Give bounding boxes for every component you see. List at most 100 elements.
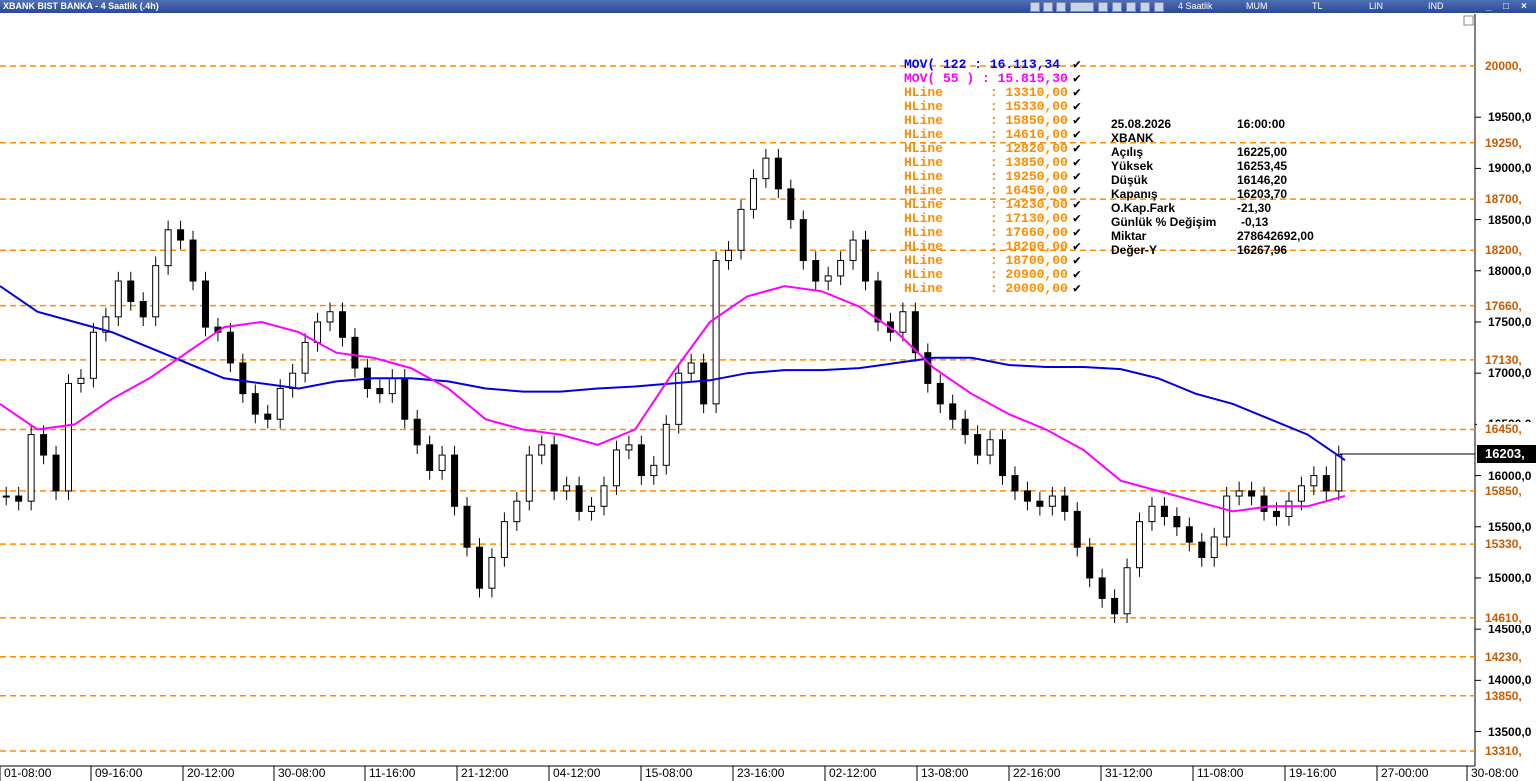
candle xyxy=(388,369,396,403)
check-icon[interactable]: ✔ xyxy=(1073,184,1081,198)
toolbar-icon-6[interactable] xyxy=(1112,2,1122,12)
legend-hline[interactable]: HLine : 20900,00 xyxy=(904,268,1068,282)
y-tick-label: 19000,0 xyxy=(1488,161,1532,176)
candle xyxy=(1160,497,1168,526)
toolbar-ind[interactable]: IND xyxy=(1428,1,1444,11)
x-tick-label: 11-16:00 xyxy=(369,766,416,780)
minimize-button[interactable]: _ xyxy=(1486,1,1492,12)
candle xyxy=(749,169,757,219)
info-value: 16146,20 xyxy=(1237,173,1288,187)
info-label: Açılış xyxy=(1111,145,1144,159)
maximize-button[interactable]: □ xyxy=(1503,1,1509,12)
candle xyxy=(1285,491,1293,526)
check-icon[interactable]: ✔ xyxy=(1073,212,1081,226)
y-tick-label: 16000,0 xyxy=(1488,468,1532,483)
candle xyxy=(114,271,122,327)
legend-hline[interactable]: HLine : 17660,00 xyxy=(904,226,1068,240)
check-icon[interactable]: ✔ xyxy=(1073,142,1081,156)
check-icon[interactable]: ✔ xyxy=(1073,72,1081,86)
close-button[interactable]: × xyxy=(1521,1,1527,12)
candle xyxy=(64,374,72,501)
legend-hline[interactable]: HLine : 14610,00 xyxy=(904,128,1068,142)
info-date: 25.08.2026 xyxy=(1111,117,1172,131)
candle xyxy=(974,425,982,465)
candle xyxy=(1173,507,1181,536)
legend-hline[interactable]: HLine : 13310,00 xyxy=(904,86,1068,100)
candle xyxy=(575,476,583,521)
candle xyxy=(164,220,172,275)
x-tick-label: 09-16:00 xyxy=(95,766,143,780)
candle xyxy=(226,323,234,373)
candle xyxy=(201,271,209,337)
toolbar-lin[interactable]: LIN xyxy=(1369,1,1383,11)
x-tick-label: 11-08:00 xyxy=(1197,766,1244,780)
candle xyxy=(949,394,957,429)
hline-price-label: 14230, xyxy=(1477,649,1536,664)
legend-hline[interactable]: HLine : 14230,00 xyxy=(904,198,1068,212)
x-tick-label: 22-16:00 xyxy=(1013,766,1061,780)
legend-hline[interactable]: HLine : 20000,00 xyxy=(904,282,1068,296)
check-icon[interactable]: ✔ xyxy=(1073,226,1081,240)
candle xyxy=(774,148,782,199)
candle xyxy=(1073,502,1081,557)
toolbar-tl[interactable]: TL xyxy=(1312,1,1323,11)
price-chart[interactable] xyxy=(0,14,1536,781)
candle xyxy=(799,210,807,270)
legend-hline[interactable]: HLine : 12820,00 xyxy=(904,142,1068,156)
check-icon[interactable]: ✔ xyxy=(1073,114,1081,128)
toolbar-icon-3[interactable] xyxy=(1056,2,1066,12)
toolbar-mum[interactable]: MUM xyxy=(1246,1,1268,11)
legend-hline[interactable]: HLine : 15330,00 xyxy=(904,100,1068,114)
candle xyxy=(513,491,521,531)
y-tick-label: 17500,0 xyxy=(1488,314,1532,329)
check-icon[interactable]: ✔ xyxy=(1073,100,1081,114)
candle xyxy=(1260,486,1268,521)
legend-hline[interactable]: HLine : 17130,00 xyxy=(904,212,1068,226)
toolbar-icon-4[interactable] xyxy=(1070,2,1094,12)
check-icon[interactable]: ✔ xyxy=(1073,282,1081,296)
period-label[interactable]: 4 Saatlik xyxy=(1178,1,1213,11)
legend-mov55[interactable]: MOV( 55 ) : 15.815,30 xyxy=(904,72,1068,86)
info-label: Günlük % Değişim xyxy=(1111,215,1217,229)
candle xyxy=(251,384,259,424)
toolbar-icon-7[interactable] xyxy=(1126,2,1136,12)
legend-hline[interactable]: HLine : 18700,00 xyxy=(904,254,1068,268)
legend-hline[interactable]: HLine : 13850,00 xyxy=(904,156,1068,170)
check-icon[interactable]: ✔ xyxy=(1073,170,1081,184)
check-icon[interactable]: ✔ xyxy=(1073,86,1081,100)
toolbar-icon-9[interactable] xyxy=(1154,2,1164,12)
candle xyxy=(463,497,471,557)
panel-toggle-icon[interactable] xyxy=(1463,15,1474,26)
candle xyxy=(837,251,845,286)
candle xyxy=(500,512,508,567)
legend-hline[interactable]: HLine : 18200,00 xyxy=(904,240,1068,254)
check-icon[interactable]: ✔ xyxy=(1073,198,1081,212)
toolbar-icon-8[interactable] xyxy=(1140,2,1150,12)
x-tick-label: 30-08:00 xyxy=(278,766,326,780)
check-icon[interactable]: ✔ xyxy=(1073,254,1081,268)
hline-price-label: 17660, xyxy=(1477,298,1536,313)
candle xyxy=(52,445,60,501)
check-icon[interactable]: ✔ xyxy=(1073,58,1081,72)
hline-price-label: 20000, xyxy=(1477,59,1536,73)
y-tick-label: 18000,0 xyxy=(1488,263,1532,278)
legend-hline[interactable]: HLine : 16450,00 xyxy=(904,184,1068,198)
hline-price-label: 15330, xyxy=(1477,537,1536,552)
check-icon[interactable]: ✔ xyxy=(1073,128,1081,142)
toolbar-icon-5[interactable] xyxy=(1098,2,1108,12)
candle xyxy=(239,353,247,403)
candle xyxy=(289,363,297,398)
check-icon[interactable]: ✔ xyxy=(1073,156,1081,170)
toolbar-icon-1[interactable] xyxy=(1030,2,1040,12)
hline-price-label: 13850, xyxy=(1477,688,1536,703)
legend-hline[interactable]: HLine : 15850,00 xyxy=(904,114,1068,128)
check-icon[interactable]: ✔ xyxy=(1073,240,1081,254)
legend-hline[interactable]: HLine : 19250,00 xyxy=(904,170,1068,184)
candle xyxy=(1023,481,1031,511)
check-icon[interactable]: ✔ xyxy=(1073,268,1081,282)
candle xyxy=(177,220,185,250)
candle xyxy=(426,435,434,480)
x-tick-label: 13-08:00 xyxy=(921,766,969,780)
toolbar-icon-2[interactable] xyxy=(1043,2,1053,12)
legend-mov122[interactable]: MOV( 122 : 16.113,34 xyxy=(904,58,1060,72)
